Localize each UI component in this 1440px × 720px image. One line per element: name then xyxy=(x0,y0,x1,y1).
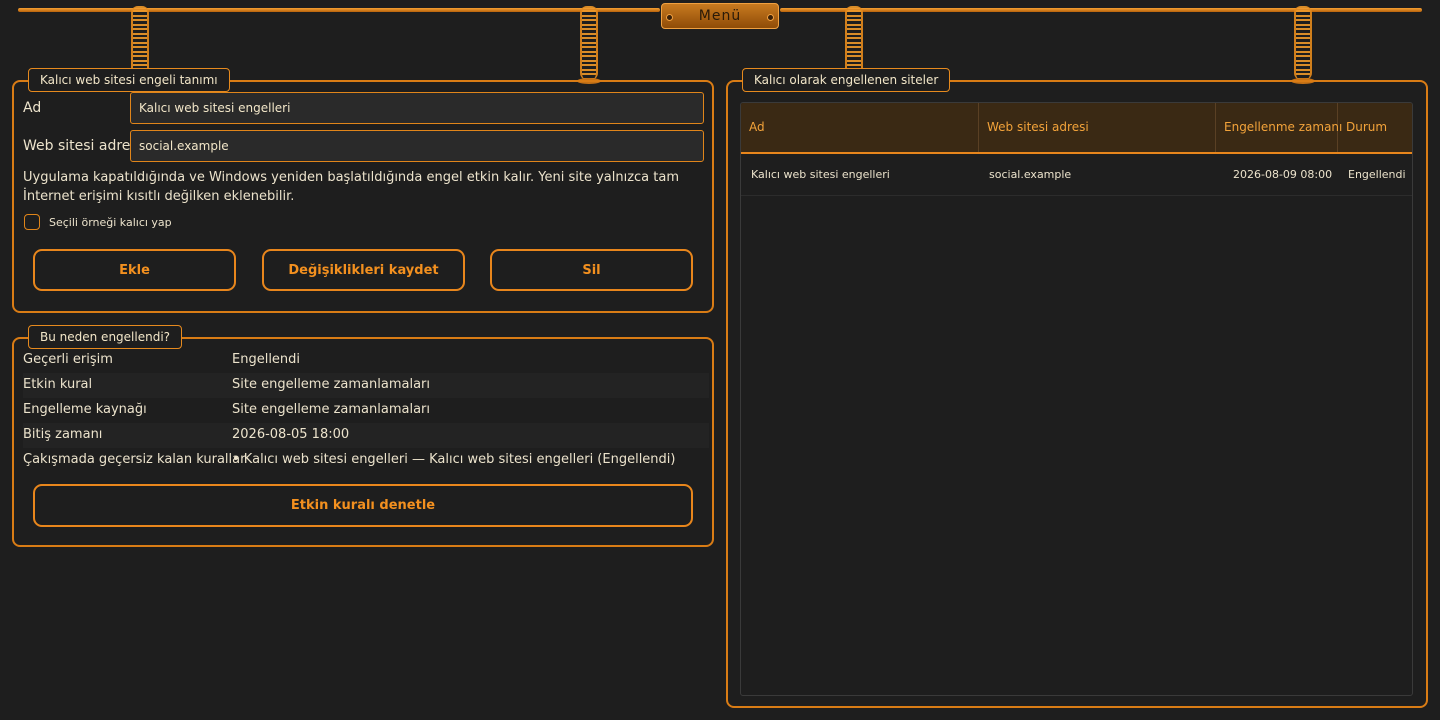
reason-value: 2026-08-05 18:00 xyxy=(232,427,350,442)
cell-url: social.example xyxy=(989,168,1072,181)
cell-blocked-time: 2026-08-09 08:00 xyxy=(1233,168,1333,181)
menu-button[interactable]: Menü xyxy=(661,3,779,29)
reason-row: Çakışmada geçersiz kalan kurallar • Kalı… xyxy=(23,448,709,473)
table-row[interactable]: Kalıcı web sitesi engelleri social.examp… xyxy=(741,154,1412,196)
reason-key: Engelleme kaynağı xyxy=(23,402,147,417)
blocked-sites-table: Ad Web sitesi adresi Engellenme zamanı D… xyxy=(740,102,1413,696)
menu-rivet-icon xyxy=(767,14,774,21)
block-reason-panel: Bu neden engellendi? Geçerli erişim Enge… xyxy=(12,325,714,547)
reason-row: Engelleme kaynağı Site engelleme zamanla… xyxy=(23,398,709,423)
blocked-sites-title: Kalıcı olarak engellenen siteler xyxy=(742,68,951,92)
make-permanent-checkbox[interactable] xyxy=(24,214,40,230)
reason-row: Geçerli erişim Engellendi xyxy=(23,348,709,373)
column-header-name[interactable]: Ad xyxy=(741,103,979,152)
reason-key: Bitiş zamanı xyxy=(23,427,103,442)
definition-panel-title: Kalıcı web sitesi engeli tanımı xyxy=(28,68,230,92)
save-changes-button[interactable]: Değişiklikleri kaydet xyxy=(262,249,465,291)
make-permanent-label: Seçili örneği kalıcı yap xyxy=(49,216,172,229)
menu-label: Menü xyxy=(698,8,742,24)
reason-key: Geçerli erişim xyxy=(23,352,113,367)
block-reason-title: Bu neden engellendi? xyxy=(28,325,183,349)
inspect-active-rule-button[interactable]: Etkin kuralı denetle xyxy=(33,484,693,527)
url-label: Web sitesi adresi xyxy=(23,138,142,154)
reason-key: Etkin kural xyxy=(23,377,93,392)
definition-panel: Kalıcı web sitesi engeli tanımı Ad Web s… xyxy=(12,68,714,313)
reason-value: Site engelleme zamanlamaları xyxy=(232,402,430,417)
persistence-info-text: Uygulama kapatıldığında ve Windows yenid… xyxy=(23,170,679,204)
column-header-blocked-time[interactable]: Engellenme zamanı xyxy=(1216,103,1342,152)
reason-row: Etkin kural Site engelleme zamanlamaları xyxy=(23,373,709,398)
column-header-status[interactable]: Durum xyxy=(1338,103,1412,152)
blocked-sites-panel: Kalıcı olarak engellenen siteler Ad Web … xyxy=(726,68,1428,708)
chain-decoration xyxy=(1291,6,1315,84)
url-input[interactable] xyxy=(130,130,704,162)
cell-name: Kalıcı web sitesi engelleri xyxy=(751,168,890,181)
reason-row: Bitiş zamanı 2026-08-05 18:00 xyxy=(23,423,709,448)
table-header: Ad Web sitesi adresi Engellenme zamanı D… xyxy=(741,103,1412,154)
column-header-url[interactable]: Web sitesi adresi xyxy=(979,103,1216,152)
chain-decoration xyxy=(577,6,601,84)
cell-status: Engellendi xyxy=(1348,168,1406,181)
reason-value: Site engelleme zamanlamaları xyxy=(232,377,430,392)
name-input[interactable] xyxy=(130,92,704,124)
name-label: Ad xyxy=(23,100,42,116)
delete-button[interactable]: Sil xyxy=(490,249,693,291)
reason-value: Engellendi xyxy=(232,352,301,367)
top-rail-left xyxy=(18,8,660,12)
menu-rivet-icon xyxy=(666,14,673,21)
add-button[interactable]: Ekle xyxy=(33,249,236,291)
reason-key: Çakışmada geçersiz kalan kurallar xyxy=(23,452,246,467)
top-rail-right xyxy=(780,8,1422,12)
reason-value: • Kalıcı web sitesi engelleri — Kalıcı w… xyxy=(232,452,676,467)
